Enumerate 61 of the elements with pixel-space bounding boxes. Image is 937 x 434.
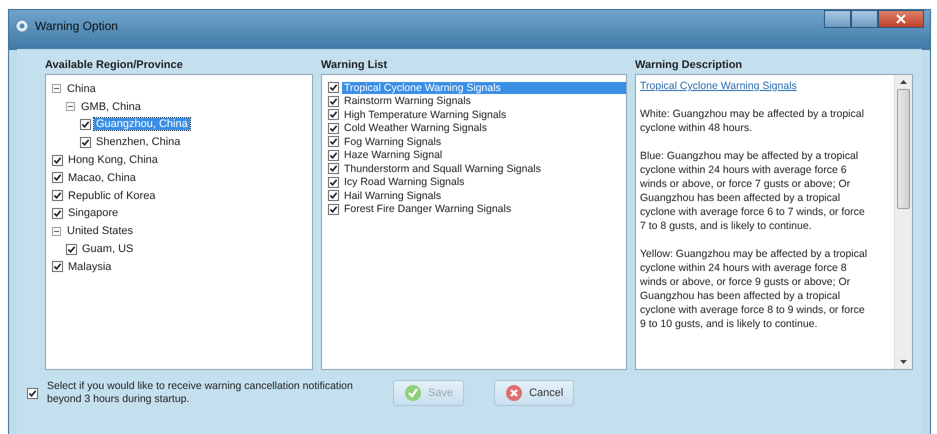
description-text: Yellow: Guangzhou may be affected by a tropical cyclone within 24 hours with average force 8 winds or above, or force 9 gusts or above; Or Guangzhou has been affected by a tropical cyclone with average force 8 to 9 winds, or force 9 to 10 gusts, and is likely to continue.: [640, 247, 868, 331]
app-icon: [15, 19, 29, 33]
collapse-icon[interactable]: [52, 226, 61, 236]
tree-item[interactable]: Guam, US: [80, 243, 136, 256]
list-item[interactable]: High Temperature Warning Signals: [342, 108, 626, 121]
list-item[interactable]: Icy Road Warning Signals: [342, 176, 626, 188]
scrollbar[interactable]: [894, 75, 912, 369]
tree-item[interactable]: Macao, China: [66, 172, 138, 184]
check-icon: [404, 384, 422, 402]
list-item[interactable]: Forest Fire Danger Warning Signals: [342, 203, 626, 216]
checkbox[interactable]: [52, 261, 63, 272]
checkbox[interactable]: [80, 136, 91, 148]
cancel-icon: [505, 384, 524, 402]
cancel-button[interactable]: Cancel: [494, 380, 574, 406]
checkbox[interactable]: [52, 190, 63, 202]
collapse-icon[interactable]: [66, 102, 75, 112]
minimize-button[interactable]: [824, 10, 851, 28]
checkbox[interactable]: [328, 136, 339, 148]
list-item[interactable]: Haze Warning Signal: [342, 149, 626, 162]
column-header: Available Region/Province: [45, 58, 184, 73]
checkbox[interactable]: [328, 150, 339, 161]
checkbox[interactable]: [328, 190, 339, 202]
list-item[interactable]: Hail Warning Signals: [342, 190, 626, 202]
description-link[interactable]: Tropical Cyclone Warning Signals: [640, 80, 797, 92]
list-item[interactable]: Rainstorm Warning Signals: [342, 95, 626, 108]
checkbox[interactable]: [328, 82, 339, 94]
checkbox[interactable]: [328, 163, 339, 174]
column-header: Warning List: [321, 58, 388, 73]
checkbox[interactable]: [66, 244, 77, 255]
close-icon[interactable]: [896, 14, 906, 24]
list-item[interactable]: Thunderstorm and Squall Warning Signals: [342, 162, 626, 175]
window-title: Warning Option: [35, 19, 119, 33]
tree-item[interactable]: Republic of Korea: [66, 190, 158, 202]
checkbox[interactable]: [52, 208, 63, 219]
collapse-icon[interactable]: [52, 84, 61, 94]
checkbox[interactable]: [80, 118, 91, 130]
description-text: White: Guangzhou may be affected by a tropical cyclone within 48 hours.: [640, 107, 865, 135]
column-header: Warning Description: [635, 58, 744, 73]
maximize-button[interactable]: [851, 10, 878, 28]
checkbox[interactable]: [328, 204, 339, 215]
checkbox[interactable]: [52, 154, 63, 166]
tree-item[interactable]: Hong Kong, China: [66, 154, 160, 166]
checkbox[interactable]: [328, 109, 339, 120]
tree-item[interactable]: United States: [65, 225, 136, 238]
checkbox[interactable]: [27, 388, 38, 398]
tree-item[interactable]: Shenzhen, China: [94, 136, 182, 148]
close-button[interactable]: [878, 10, 924, 28]
list-item[interactable]: Fog Warning Signals: [342, 136, 626, 148]
tree-item[interactable]: GMB, China: [79, 100, 143, 113]
checkbox[interactable]: [328, 176, 339, 188]
list-item[interactable]: Cold Weather Warning Signals: [342, 122, 626, 134]
tree-item[interactable]: Singapore: [66, 207, 120, 220]
description-text: Blue: Guangzhou may be affected by a tropical cyclone within 24 hours with average force 6 winds or above, or force 7 gusts or above; Or Guangzhou has been affected by a tropical cyclone with average force 6 to 7 winds, or force 7 to 8 gusts, and is likely to continue.: [640, 149, 866, 233]
down-arrow-icon[interactable]: [900, 360, 907, 364]
up-arrow-icon[interactable]: [900, 80, 907, 84]
checkbox[interactable]: [52, 172, 63, 184]
tree-item[interactable]: Malaysia: [66, 260, 114, 273]
tree-item[interactable]: China: [65, 82, 98, 95]
option-label: Select if you would like to receive warning cancellation notification beyond 3 hours during startup.: [47, 380, 354, 406]
checkbox[interactable]: [328, 122, 339, 134]
checkbox[interactable]: [328, 96, 339, 107]
